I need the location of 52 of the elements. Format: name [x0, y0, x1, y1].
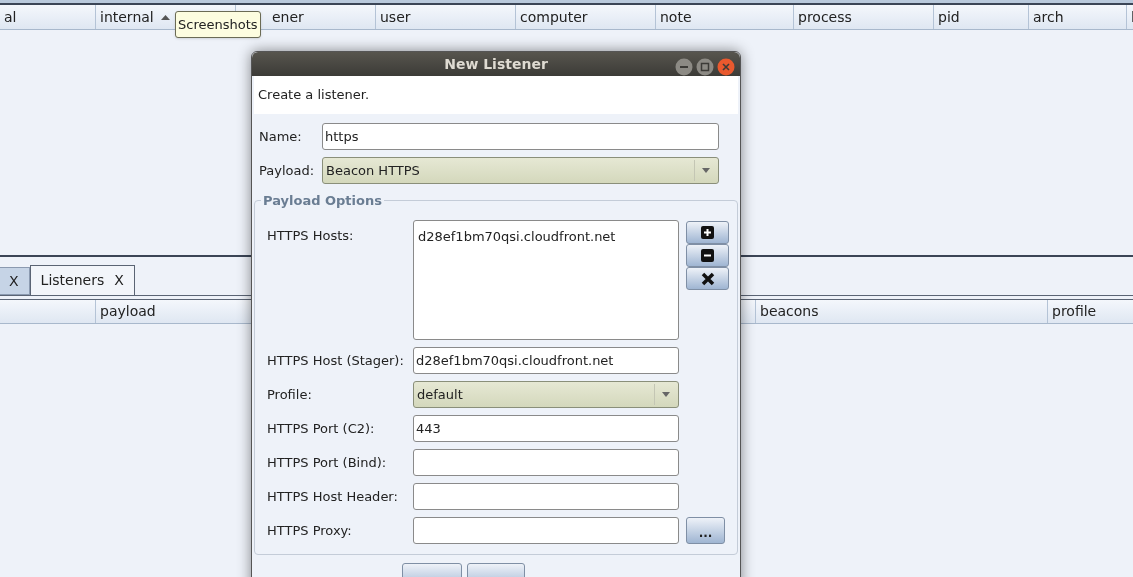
dropdown-caret-icon [701, 168, 710, 173]
list-item[interactable]: d28ef1bm70qsi.cloudfront.net [418, 227, 678, 247]
add-button[interactable] [686, 221, 729, 244]
minimize-icon[interactable] [675, 58, 693, 76]
column-header[interactable]: beacons [755, 300, 1047, 323]
column-header[interactable]: computer [520, 6, 588, 28]
column-header[interactable]: ener [272, 6, 304, 28]
input-field[interactable]: 443 [413, 415, 679, 442]
field-label: HTTPS Proxy: [267, 521, 353, 540]
column-header[interactable]: l [1131, 6, 1133, 28]
column-header[interactable]: profile [1047, 300, 1133, 323]
field-label: HTTPS Port (C2): [267, 419, 376, 438]
remove-button[interactable] [686, 244, 729, 267]
hosts-list[interactable]: d28ef1bm70qsi.cloudfront.net [413, 220, 679, 340]
column-header[interactable]: process [798, 6, 852, 28]
field-label: Name: [259, 127, 303, 146]
close-icon[interactable] [717, 58, 735, 76]
minus-icon [701, 249, 714, 262]
tab[interactable]: Listeners X [29, 265, 135, 295]
clear-button[interactable] [686, 267, 729, 290]
column-header[interactable]: user [380, 6, 411, 28]
input-field[interactable] [413, 517, 679, 544]
browse-button[interactable]: ... [686, 517, 725, 544]
column-header[interactable]: note [660, 6, 692, 28]
column-header[interactable]: internal [100, 6, 170, 28]
tab[interactable]: X [0, 267, 30, 295]
name-field[interactable]: https [322, 123, 719, 150]
input-field[interactable]: d28ef1bm70qsi.cloudfront.net [413, 347, 679, 374]
field-label: Payload: [259, 161, 316, 180]
tab-close-button[interactable]: X [9, 270, 19, 292]
profile-select[interactable]: default [413, 381, 679, 408]
description-text: Create a listener. [258, 87, 370, 103]
field-label: HTTPS Host Header: [267, 487, 399, 506]
field-label: HTTPS Hosts: [267, 227, 355, 245]
x-icon [700, 271, 715, 286]
dropdown-caret-icon [661, 392, 670, 397]
field-label: Profile: [267, 385, 313, 404]
field-label: HTTPS Host (Stager): [267, 351, 405, 370]
maximize-icon[interactable] [696, 58, 714, 76]
input-field[interactable] [413, 483, 679, 510]
column-header[interactable]: arch [1033, 6, 1064, 28]
column-header[interactable]: al [4, 6, 17, 28]
sort-ascending-icon [160, 14, 170, 20]
input-field[interactable] [413, 449, 679, 476]
window-title: New Listener [444, 54, 548, 74]
payload-select[interactable]: Beacon HTTPS [322, 157, 719, 184]
tab-label: Listeners [40, 271, 105, 290]
plus-icon [701, 226, 714, 239]
field-label: HTTPS Port (Bind): [267, 453, 388, 472]
column-header[interactable]: pid [938, 6, 960, 28]
tab-close-button[interactable]: X [114, 270, 124, 291]
tooltip: Screenshots [175, 11, 261, 38]
